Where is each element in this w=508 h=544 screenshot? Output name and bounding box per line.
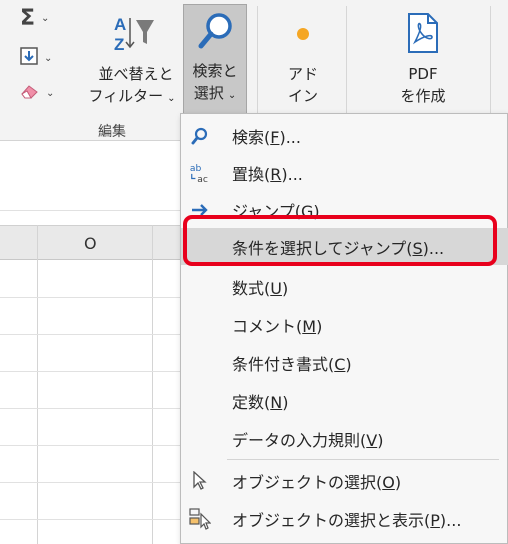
editing-group-label: 編集 [98,124,126,140]
menu-item-label: 定数(N) [232,392,289,412]
menu-item-data-validation[interactable]: データの入力規則(V) [181,420,508,457]
addins-button[interactable]: アド イン [272,4,338,114]
column-header-o[interactable]: O [84,234,97,253]
grid-line [37,225,38,544]
ribbon-separator [346,6,347,114]
addins-label-2: イン [287,87,318,105]
autosum-button[interactable]: Σ ⌄ [20,5,50,31]
addin-dot-icon [297,28,309,40]
clear-button[interactable]: ⌄ [20,82,54,104]
fill-button[interactable]: ⌄ [20,47,52,69]
menu-item-select-objects[interactable]: オブジェクトの選択(O) [181,462,508,499]
cursor-arrow-icon [189,470,211,492]
find-select-button[interactable]: 検索と 選択 ⌄ [183,4,247,114]
svg-text:Z: Z [114,35,124,54]
fill-down-icon [20,47,38,69]
svg-text:ab: ab [190,163,202,174]
svg-text:A: A [114,15,126,34]
menu-item-label: オブジェクトの選択と表示(P)... [232,510,462,530]
chevron-down-icon: ⌄ [46,87,55,99]
menu-item-selection-pane[interactable]: オブジェクトの選択と表示(P)... [181,500,508,537]
selection-pane-icon [189,507,211,530]
search-icon [189,125,211,147]
pdf-icon [406,12,440,58]
sort-az-filter-icon: A Z [112,12,156,58]
eraser-icon [20,83,40,103]
magnifier-icon [197,11,235,55]
menu-item-label: 検索(F)... [232,127,301,147]
menu-item-label: オブジェクトの選択(O) [232,472,402,492]
svg-text:ac: ac [197,174,208,185]
menu-separator [227,459,499,460]
sort-filter-button[interactable]: A Z 並べ替えと フィルター ⌄ [84,4,180,114]
ribbon-separator [257,6,258,114]
menu-item-find[interactable]: 検索(F)... [181,117,508,154]
highlight-annotation-box [183,215,497,266]
chevron-down-icon: ⌄ [167,93,176,104]
find-select-label-1: 検索と [192,62,238,80]
menu-item-label: 置換(R)... [232,164,303,184]
menu-item-conditional-formatting[interactable]: 条件付き書式(C) [181,344,508,381]
chevron-down-icon: ⌄ [227,90,237,101]
chevron-down-icon: ⌄ [44,52,53,64]
replace-icon: ab ac [189,162,211,185]
menu-item-label: コメント(M) [232,316,323,336]
menu-item-label: 数式(U) [232,278,289,298]
ribbon-separator [490,6,491,114]
find-select-label-2: 選択 ⌄ [193,84,237,102]
menu-item-replace[interactable]: ab ac 置換(R)... [181,154,508,191]
sigma-icon: Σ [20,5,36,31]
menu-item-label: データの入力規則(V) [232,430,384,450]
menu-item-constants[interactable]: 定数(N) [181,382,508,419]
sort-filter-label-1: 並べ替えと [98,65,174,83]
addins-label-1: アド [287,65,318,83]
pdf-label-1: PDF [408,65,438,83]
menu-item-comments[interactable]: コメント(M) [181,306,508,343]
menu-item-label: 条件付き書式(C) [232,354,352,374]
grid-line [152,225,153,544]
pdf-label-2: を作成 [400,87,446,105]
menu-item-formulas[interactable]: 数式(U) [181,268,508,305]
chevron-down-icon: ⌄ [41,12,50,24]
find-select-menu: 検索(F)... ab ac 置換(R)... ジャンプ(G)... 条件を選択… [180,113,508,544]
create-pdf-button[interactable]: PDF を作成 [380,4,466,114]
sort-filter-label-2: フィルター ⌄ [88,87,176,105]
